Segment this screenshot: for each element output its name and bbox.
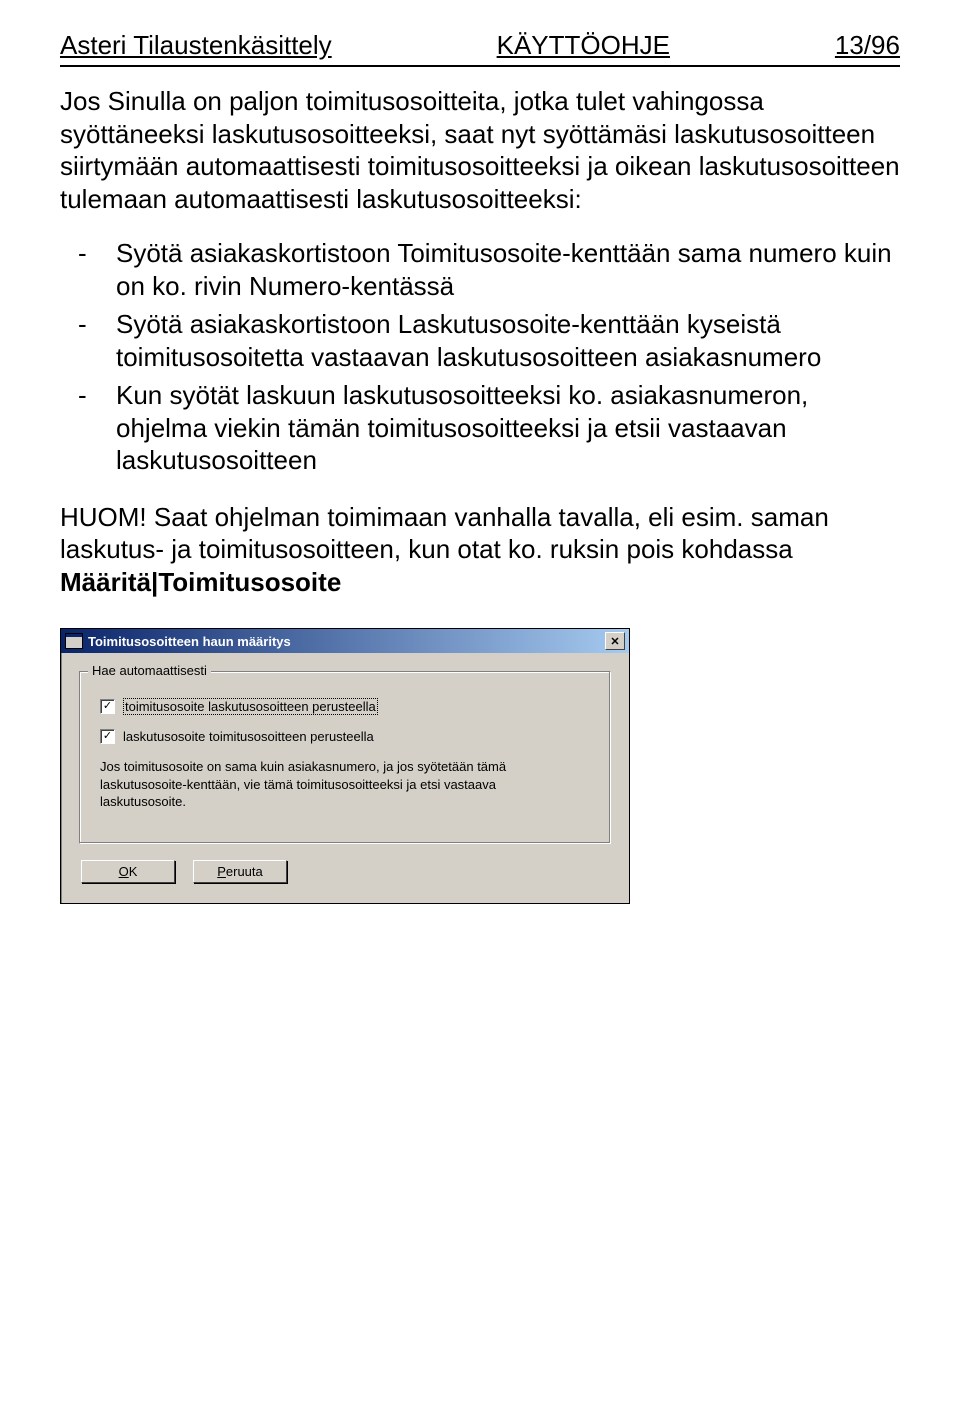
checkbox-row-1: toimitusosoite laskutusosoitteen peruste… bbox=[100, 698, 596, 715]
checkbox-row-2: laskutusosoite toimitusosoitteen peruste… bbox=[100, 729, 596, 744]
note-paragraph: HUOM! Saat ohjelman toimimaan vanhalla t… bbox=[60, 501, 900, 599]
dialog-window: Toimitusosoitteen haun määritys ✕ Hae au… bbox=[60, 628, 630, 904]
header-left: Asteri Tilaustenkäsittely bbox=[60, 30, 332, 61]
dialog-title: Toimitusosoitteen haun määritys bbox=[88, 634, 291, 649]
intro-paragraph: Jos Sinulla on paljon toimitusosoitteita… bbox=[60, 85, 900, 215]
groupbox-auto-search: Hae automaattisesti toimitusosoite lasku… bbox=[79, 671, 611, 844]
checkbox-label-1: toimitusosoite laskutusosoitteen peruste… bbox=[123, 698, 378, 715]
list-item: Syötä asiakaskortistoon Laskutusosoite-k… bbox=[60, 308, 900, 373]
dialog-screenshot: Toimitusosoitteen haun määritys ✕ Hae au… bbox=[60, 628, 630, 904]
note-text: HUOM! Saat ohjelman toimimaan vanhalla t… bbox=[60, 502, 829, 565]
group-info-text: Jos toimitusosoite on sama kuin asiakasn… bbox=[100, 758, 552, 811]
header-center: KÄYTTÖOHJE bbox=[497, 30, 670, 61]
window-icon bbox=[65, 633, 83, 649]
header-page-number: 13/96 bbox=[835, 30, 900, 61]
checkbox-laskutusosoite[interactable] bbox=[100, 729, 115, 744]
close-button[interactable]: ✕ bbox=[605, 632, 625, 650]
button-row: OK Peruuta bbox=[81, 860, 611, 883]
checkbox-label-2: laskutusosoite toimitusosoitteen peruste… bbox=[123, 729, 374, 744]
groupbox-title: Hae automaattisesti bbox=[88, 663, 211, 678]
dialog-body: Hae automaattisesti toimitusosoite lasku… bbox=[61, 653, 629, 903]
list-item: Syötä asiakaskortistoon Toimitusosoite-k… bbox=[60, 237, 900, 302]
page-header: Asteri Tilaustenkäsittely KÄYTTÖOHJE 13/… bbox=[60, 30, 900, 67]
dialog-titlebar: Toimitusosoitteen haun määritys ✕ bbox=[61, 629, 629, 653]
bullet-list: Syötä asiakaskortistoon Toimitusosoite-k… bbox=[60, 237, 900, 477]
list-item: Kun syötät laskuun laskutusosoitteeksi k… bbox=[60, 379, 900, 477]
cancel-button[interactable]: Peruuta bbox=[193, 860, 287, 883]
ok-button[interactable]: OK bbox=[81, 860, 175, 883]
checkbox-toimitusosoite[interactable] bbox=[100, 699, 115, 714]
note-bold: Määritä|Toimitusosoite bbox=[60, 567, 341, 597]
titlebar-left: Toimitusosoitteen haun määritys bbox=[65, 633, 291, 649]
